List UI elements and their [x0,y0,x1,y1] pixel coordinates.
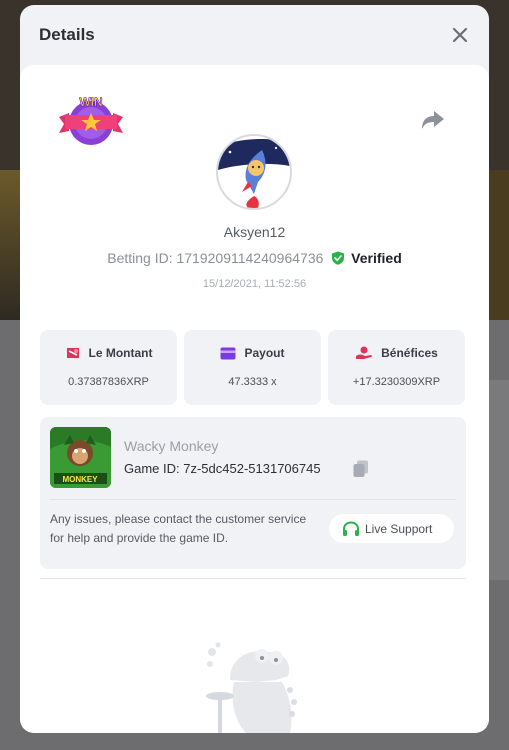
stat-amount: Le Montant 0.37387836XRP [40,330,177,405]
modal-title: Details [39,25,95,44]
details-card: WIN Aksyen12 Betting ID: 171920911424096… [20,65,489,733]
rocket-doge-avatar-icon [218,136,290,208]
stat-amount-label: Le Montant [88,346,153,360]
game-id: Game ID: 7z-5dc452-5131706745 [124,461,321,476]
win-badge: WIN [55,93,127,149]
stat-payout: Payout 47.3333 x [184,330,321,405]
profit-hand-icon [356,346,372,359]
wacky-monkey-thumbnail-icon: MONKEY [50,427,111,488]
close-button[interactable] [448,23,472,47]
stat-profit-label-row: Bénéfices [328,346,465,360]
copy-icon [353,460,368,477]
share-icon [422,111,444,129]
mascot-illustration [190,640,310,733]
backdrop-right-edge [488,170,509,320]
win-badge-icon: WIN [59,95,123,145]
game-thumbnail[interactable]: MONKEY [50,427,111,488]
game-name: Wacky Monkey [124,438,219,454]
win-badge-text: WIN [79,95,102,109]
stat-profit-value: +17.3230309XRP [352,376,441,388]
game-thumbnail-text: MONKEY [62,475,98,484]
verified-shield-icon [332,251,345,265]
details-modal: Details WIN Aksyen12 Betting ID: 1719209… [20,5,489,733]
copy-game-id-button[interactable] [353,460,369,478]
stat-amount-value: 0.37387836XRP [68,376,149,388]
close-icon [452,27,468,43]
betting-id: Betting ID: 1719209114240964736 [107,250,324,266]
stat-profit-label: Bénéfices [381,346,438,360]
support-hint-text: Any issues, please contact the customer … [50,512,307,545]
bet-timestamp: 15/12/2021, 11:52:56 [202,278,307,290]
share-button[interactable] [420,109,446,131]
stat-profit: Bénéfices +17.3230309XRP [328,330,465,405]
headset-icon [343,521,359,536]
crocodile-mascot-icon [206,642,297,733]
stat-payout-label: Payout [244,346,285,360]
panel-divider [50,499,456,500]
stat-payout-value: 47.3333 x [228,376,277,388]
stat-amount-label-row: Le Montant [40,346,177,360]
modal-header: Details [20,5,489,67]
verified-label: Verified [351,250,402,266]
game-info-panel: MONKEY Wacky Monkey Game ID: 7z-5dc452-5… [40,417,466,569]
live-support-button[interactable]: Live Support [329,514,454,543]
betting-id-row: Betting ID: 1719209114240964736 Verified [20,250,489,266]
stat-payout-label-row: Payout [184,346,321,360]
live-support-label: Live Support [365,522,433,536]
bet-amount-icon [66,348,79,358]
payout-card-icon [220,347,236,360]
avatar [216,134,292,210]
section-divider [40,578,466,579]
username: Aksyen12 [223,224,286,240]
